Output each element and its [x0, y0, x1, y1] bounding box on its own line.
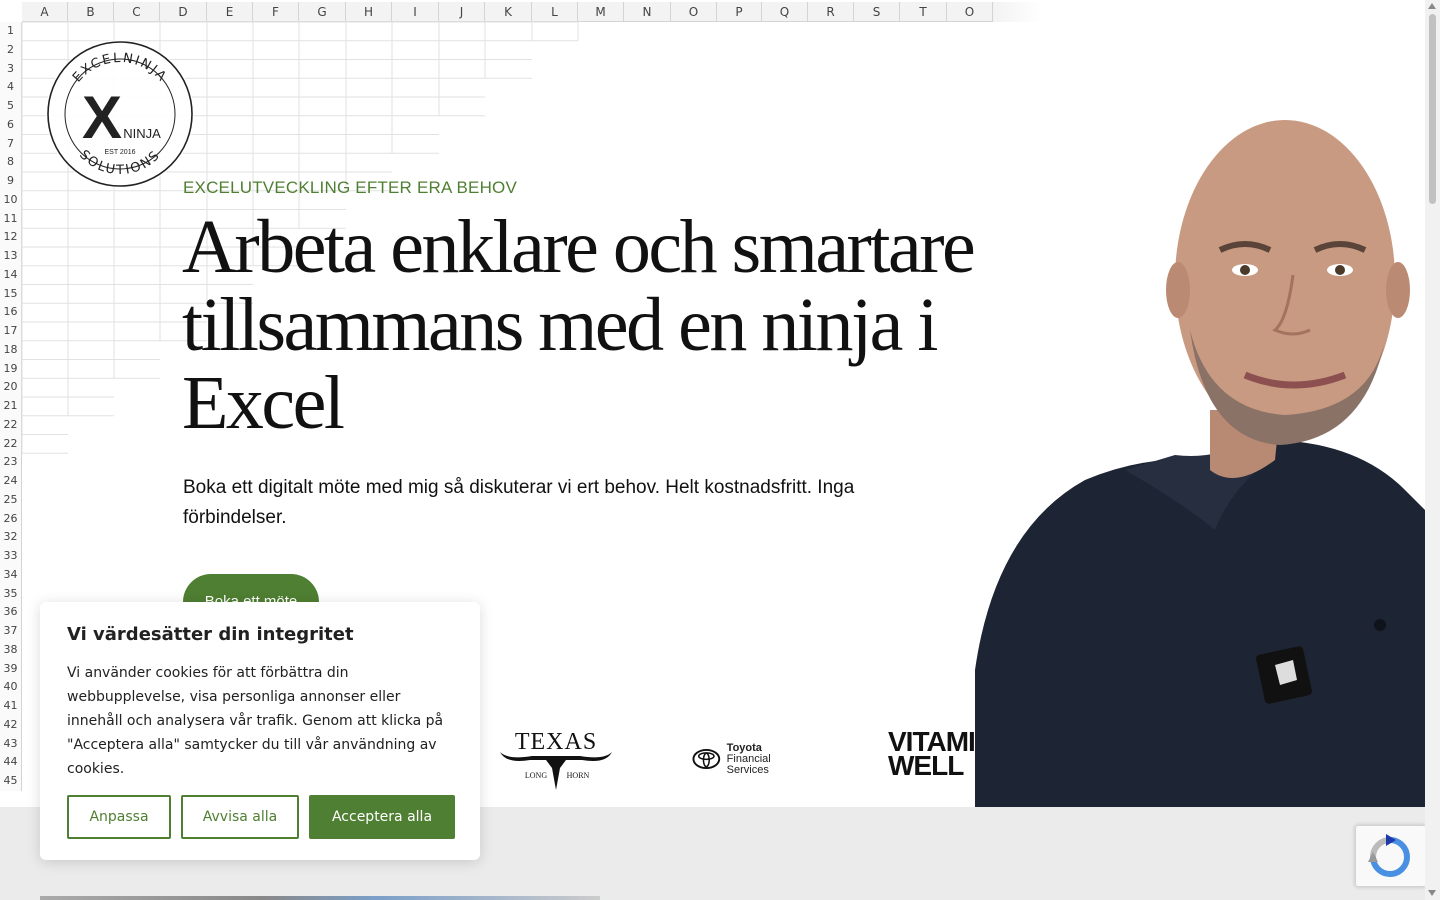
hero-eyebrow: EXCELUTVECKLING EFTER ERA BEHOV — [183, 178, 518, 197]
logo-mark-sub: NINJA — [123, 126, 161, 141]
texas-name: TEXAS — [515, 729, 597, 755]
toyota-emblem-icon — [692, 748, 721, 770]
scrollbar-thumb[interactable] — [1429, 14, 1436, 204]
cookie-consent-banner: Vi värdesätter din integritet Vi använde… — [40, 602, 480, 860]
toyota-financial-logo: Toyota Financial Services — [692, 742, 812, 776]
section-image-peek — [40, 896, 600, 900]
logo-mark: X — [82, 84, 122, 151]
vitamin-well-logo: VITAMI WELL — [888, 728, 976, 781]
texas-sub-right: HORN — [567, 771, 590, 780]
logo-est: EST 2016 — [104, 149, 135, 156]
recaptcha-icon — [1368, 834, 1410, 877]
cookie-buttons: Anpassa Avvisa alla Acceptera alla — [67, 795, 455, 839]
logo-badge-icon: EXCELNINJA SOLUTIONS X NINJA EST 2016 — [47, 41, 193, 187]
texas-sub-left: LONG — [525, 771, 547, 780]
cookie-body: Vi använder cookies för att förbättra di… — [67, 665, 444, 777]
hero-lead: Boka ett digitalt möte med mig så diskut… — [183, 477, 855, 528]
svg-text:EXCELNINJA: EXCELNINJA — [70, 51, 170, 86]
texas-longhorn-logo: TEXAS LONG HORN — [496, 724, 616, 794]
portrait-image — [975, 120, 1425, 807]
page-scrollbar[interactable] — [1425, 0, 1440, 900]
recaptcha-badge[interactable] — [1355, 825, 1425, 887]
logo-top-text: EXCELNINJA — [70, 51, 168, 86]
toyota-line2: Financial Services — [726, 752, 771, 776]
scroll-down-icon[interactable] — [1428, 890, 1436, 896]
excelninja-logo[interactable]: EXCELNINJA SOLUTIONS X NINJA EST 2016 — [46, 40, 194, 188]
scroll-up-icon[interactable] — [1428, 3, 1436, 9]
cookie-customize-button[interactable]: Anpassa — [67, 795, 171, 839]
hero-headline: Arbeta enklare och smartare tillsammans … — [182, 205, 976, 445]
cookie-accept-button[interactable]: Acceptera alla — [309, 795, 455, 839]
consultant-portrait — [975, 110, 1425, 807]
client-logos: TEXAS LONG HORN Toyota Financial Service… — [480, 720, 985, 800]
cookie-reject-button[interactable]: Avvisa alla — [181, 795, 299, 839]
cookie-title: Vi värdesätter din integritet — [67, 624, 354, 645]
toyota-text: Toyota Financial Services — [726, 742, 812, 776]
vitamin-line2: WELL — [888, 750, 964, 781]
longhorn-icon: TEXAS LONG HORN — [500, 729, 612, 790]
